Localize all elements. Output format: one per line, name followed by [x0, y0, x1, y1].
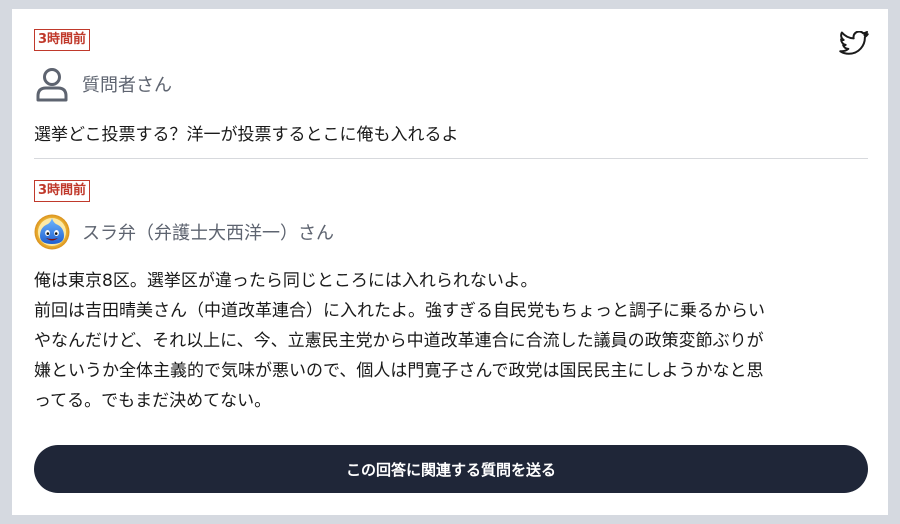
divider: [34, 158, 868, 159]
answer-line: 嫌というか全体主義的で気味が悪いので、個人は門寛子さんで政党は国民民主にしようか…: [34, 361, 764, 381]
answer-time-badge: 3時間前: [34, 180, 91, 202]
qa-card: 3時間前 質問者さん 選挙どこ投票する？洋一が投票するとこに俺も入れるよ 3時間…: [12, 9, 888, 515]
question-time-badge: 3時間前: [34, 29, 91, 51]
answer-line: 前回は吉田晴美さん（中道改革連合）に入れたよ。強すぎる自民党もちょっと調子に乗る…: [34, 301, 765, 321]
slime-avatar: [34, 214, 70, 250]
answer-line: 俺は東京8区。選挙区が違ったら同じところには入れられないよ。: [34, 271, 538, 291]
question-text: 選挙どこ投票する？洋一が投票するとこに俺も入れるよ: [34, 125, 459, 145]
twitter-icon[interactable]: [839, 31, 869, 57]
question-user-row: 質問者さん: [34, 66, 172, 102]
answer-line: やなんだけど、それ以上に、今、立憲民主党から中道改革連合に合流した議員の政策変節…: [34, 331, 764, 351]
answer-user-row: スラ弁（弁護士大西洋一）さん: [34, 214, 334, 250]
answer-text: 俺は東京8区。選挙区が違ったら同じところには入れられないよ。 前回は吉田晴美さん…: [34, 266, 874, 416]
answer-line: ってる。でもまだ決めてない。: [34, 391, 272, 411]
user-icon: [36, 68, 68, 102]
send-related-question-button[interactable]: この回答に関連する質問を送る: [34, 445, 868, 493]
question-user-name: 質問者さん: [82, 75, 172, 96]
answer-user-name: スラ弁（弁護士大西洋一）さん: [82, 223, 334, 244]
